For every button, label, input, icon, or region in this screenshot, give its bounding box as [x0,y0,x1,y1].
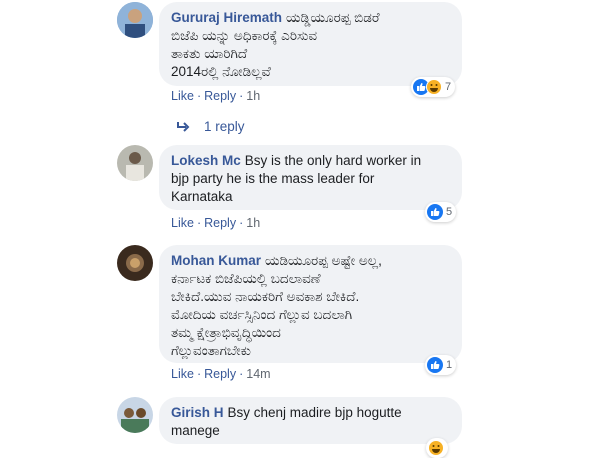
avatar[interactable] [117,2,153,38]
reaction-summary[interactable]: 5 [425,202,457,222]
reaction-summary[interactable] [426,438,448,458]
comment-text-line: ತಾಕತು ಯಾರಿಗಿದೆ [171,46,248,61]
comment-author[interactable]: Mohan Kumar [171,253,261,268]
reply-arrow-icon [177,121,190,132]
reply-link[interactable]: Reply [204,89,236,103]
comment-bubble: Gururaj Hiremath ಯಡ್ಡಿಯೂರಪ್ಪ ಬಿಡರೆ ಬಿಜೆಪಿ… [159,2,462,86]
comment-text-line: ಕರ್ನಾಟಕ ಬಿಜೆಪಿಯಲ್ಲಿ ಬದಲಾವಣೆ [171,271,321,286]
comment-text-line: ಮೋದಿಯ ವರ್ಚಸ್ಸಿನಿಂದ ಗೆಲ್ಲುವ ಬದಲಾಗಿ [171,307,353,322]
avatar[interactable] [117,145,153,181]
view-replies-link[interactable]: 1 reply [176,119,245,134]
reaction-summary[interactable]: 1 [425,355,457,375]
reply-link[interactable]: Reply [204,367,236,381]
comment-text-line: Bsy chenj madire bjp hogutte [227,405,402,420]
reply-link[interactable]: Reply [204,216,236,230]
comment-text-line: ಬೇಕಿದೆ.ಯುವ ನಾಯಕರಿಗೆ ಅವಕಾಶ ಬೇಕಿದೆ. [171,289,360,304]
comment-author[interactable]: Lokesh Mc [171,153,241,168]
comment-text-line: manege [171,423,220,438]
comment-author[interactable]: Girish H [171,405,224,420]
like-link[interactable]: Like [171,216,194,230]
like-icon [427,357,443,373]
reaction-count: 1 [446,359,453,371]
timestamp[interactable]: 1h [246,89,260,103]
comment-actions: Like · Reply · 1h [171,216,261,230]
comment-text-line: ಬಿಜೆಪಿ ಯನ್ನು ಅಧಿಕಾರಕ್ಕೆ ಎರಿಸುವ [171,28,318,43]
comment-bubble: Mohan Kumar ಯಡಿಯೂರಪ್ಪ ಅಷ್ಟೇ ಅಲ್ಲ, ಕರ್ನಾಟಕ… [159,245,462,363]
comment-text-line: Bsy is the only hard worker in [244,153,422,168]
comment-bubble: Lokesh Mc Bsy is the only hard worker in … [159,145,462,210]
comment-actions: Like · Reply · 1h [171,89,261,103]
comment-bubble: Girish H Bsy chenj madire bjp hogutte man… [159,397,462,444]
replies-count-label: 1 reply [204,119,245,134]
comment-text-line: ತಮ್ಮ ಕ್ಷೇತ್ರಾಭಿವೃದ್ಧಿಯಿಂದ [171,325,281,340]
haha-icon [428,440,444,456]
reaction-count: 7 [445,81,452,93]
comment-text-line: Karnataka [171,189,233,204]
comment-text-line: ಯಡ್ಡಿಯೂರಪ್ಪ ಬಿಡರೆ [286,10,380,25]
like-link[interactable]: Like [171,89,194,103]
comment-text-line: ಯಡಿಯೂರಪ್ಪ ಅಷ್ಟೇ ಅಲ್ಲ, [265,253,382,268]
reaction-count: 5 [446,206,453,218]
avatar[interactable] [117,245,153,281]
timestamp[interactable]: 14m [246,367,270,381]
timestamp[interactable]: 1h [246,216,260,230]
like-icon [427,204,443,220]
like-link[interactable]: Like [171,367,194,381]
comment-author[interactable]: Gururaj Hiremath [171,10,282,25]
haha-icon [426,79,442,95]
comment-text-line: ಗೆಲ್ಲುವಂತಾಗಬೇಕು [171,343,251,358]
avatar[interactable] [117,397,153,433]
comment-actions: Like · Reply · 14m [171,367,271,381]
comment-text-line: bjp party he is the mass leader for [171,171,375,186]
comment-text-line: 2014ರಲ್ಲಿ ನೋಡಿಲ್ಲವೆ [171,64,271,79]
reaction-summary[interactable]: 7 [411,77,456,97]
